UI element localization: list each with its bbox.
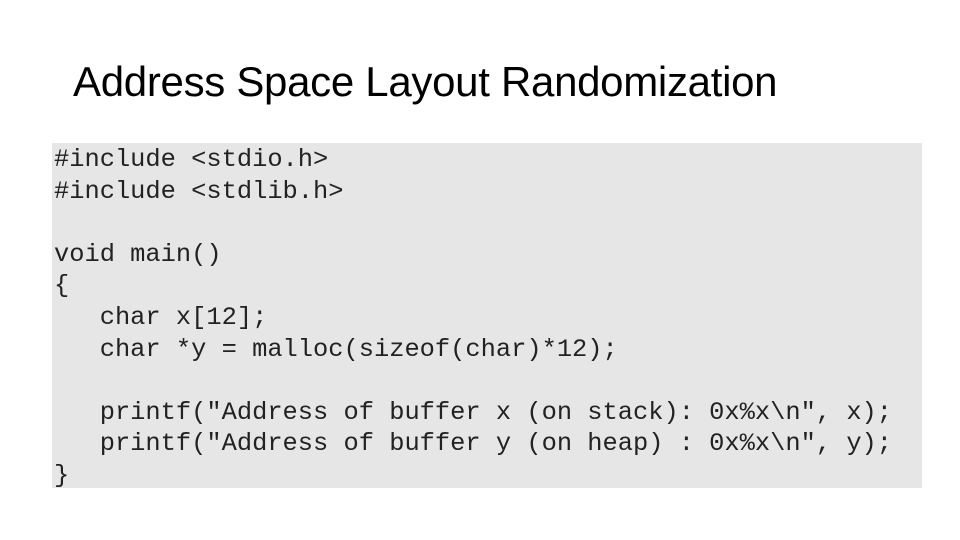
code-line-close-brace: } (54, 460, 70, 490)
code-block: #include <stdio.h> #include <stdlib.h> v… (52, 143, 922, 490)
code-line-main-signature: void main() (54, 239, 222, 269)
code-line-open-brace: { (54, 271, 70, 301)
code-line-printf-heap: printf("Address of buffer y (on heap) : … (54, 429, 893, 459)
code-line-stack-buffer: char x[12]; (54, 302, 268, 332)
slide-title: Address Space Layout Randomization (73, 58, 778, 105)
code-line-include-stdio: #include <stdio.h> (54, 145, 329, 174)
code-line-printf-stack: printf("Address of buffer x (on stack): … (54, 397, 893, 427)
code-line-heap-buffer: char *y = malloc(sizeof(char)*12); (54, 334, 618, 364)
code-line-include-stdlib: #include <stdlib.h> (54, 176, 344, 206)
